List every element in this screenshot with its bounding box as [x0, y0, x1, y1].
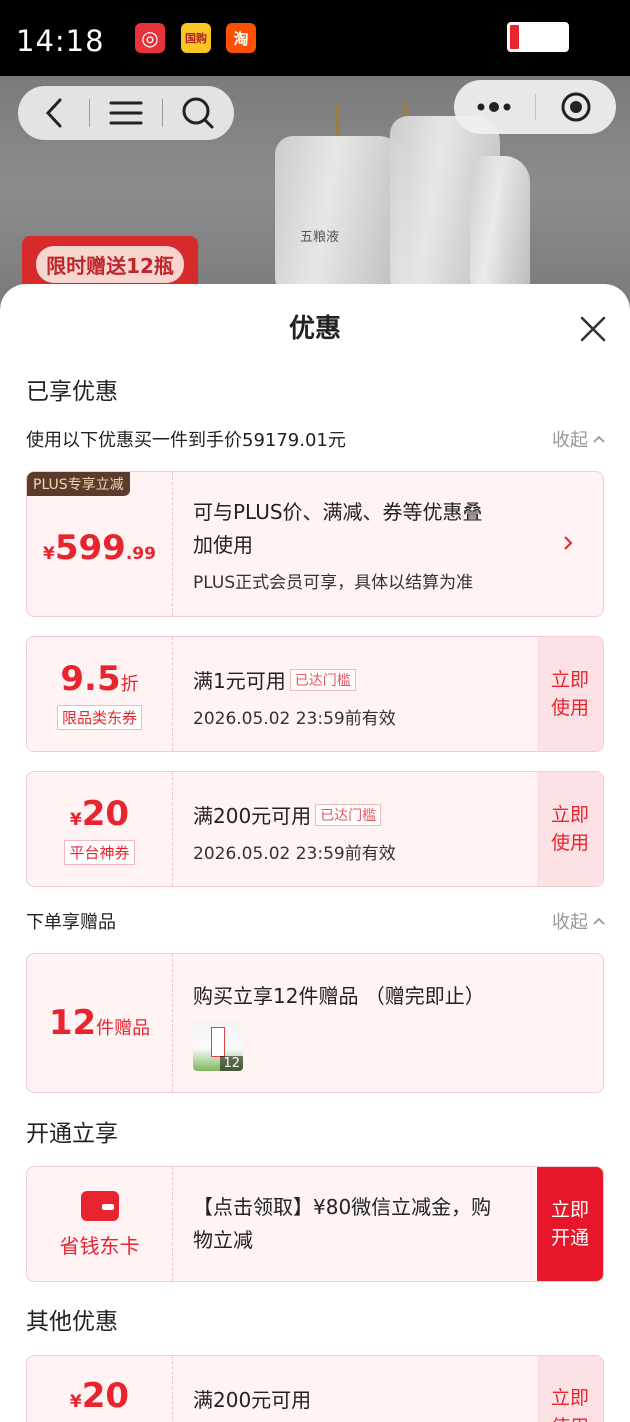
plus-note: PLUS正式会员可享，具体以结算为准: [193, 573, 474, 593]
coupon-condition: 满200元可用 已达门槛: [193, 800, 396, 829]
card-name: 省钱东卡: [59, 1233, 140, 1258]
target-icon: [561, 92, 591, 122]
menu-button[interactable]: [90, 86, 161, 140]
use-coupon-button[interactable]: 立即使用: [537, 1356, 603, 1422]
more-dots-icon: [477, 102, 511, 112]
threshold-reached-badge: 已达门槛: [315, 804, 382, 826]
close-button[interactable]: [578, 314, 608, 344]
plus-desc-line1: 可与PLUS价、满减、券等优惠叠: [193, 500, 483, 524]
open-section-title: 开通立享: [26, 1121, 118, 1147]
chevron-right-icon: [564, 536, 573, 550]
battery-icon: [507, 22, 569, 52]
gift-count: 12件赠品: [48, 1003, 151, 1043]
plus-amount: ¥599.99: [43, 528, 156, 568]
chevron-up-icon: [593, 435, 605, 443]
use-coupon-button[interactable]: 立即使用: [537, 637, 603, 751]
enjoyed-section-title: 已享优惠: [26, 379, 118, 405]
card-icon: [80, 1190, 119, 1221]
tmall-icon: 国购: [181, 23, 211, 53]
threshold-reached-badge: 已达门槛: [289, 669, 356, 691]
bottle-brand-mark: 五粮液: [300, 230, 340, 245]
coupon-validity: 2026.05.02 23:59前有效: [193, 709, 396, 729]
plus-discount-card[interactable]: PLUS专享立减 ¥599.99 可与PLUS价、满减、券等优惠叠 加使用 PL…: [26, 471, 604, 617]
coupon-condition: 满200元可用: [193, 1388, 312, 1412]
gift-thumbnail[interactable]: 12: [193, 1021, 243, 1071]
plus-badge: PLUS专享立减: [27, 472, 130, 496]
coupon-value: ¥20: [69, 793, 130, 834]
chevron-up-icon: [593, 917, 605, 925]
coupon-card-discount[interactable]: 9.5折 限品类东券 满1元可用 已达门槛 2026.05.02 23:59前有效…: [26, 636, 604, 752]
card-offer-line1: 【点击领取】¥80微信立减金，购: [193, 1195, 492, 1219]
collapse-label: 收起: [552, 430, 588, 451]
coupon-condition: 满1元可用 已达门槛: [193, 665, 396, 694]
gift-card[interactable]: 12件赠品 购买立享12件赠品 （赠完即止） 12: [26, 953, 604, 1093]
close-icon: [580, 316, 606, 342]
status-time: 14:18: [16, 24, 105, 58]
plus-desc-line2: 加使用: [193, 533, 253, 557]
card-offer-line2: 物立减: [193, 1228, 253, 1252]
search-button[interactable]: [163, 86, 234, 140]
coupon-value: ¥20: [69, 1376, 130, 1416]
status-bar: 14:18 ◎ 国购 淘: [0, 0, 630, 76]
promo-tag-text: 限时赠送12瓶: [36, 245, 184, 283]
more-button[interactable]: [454, 80, 535, 134]
taobao-icon: 淘: [226, 23, 256, 53]
menu-icon: [109, 101, 143, 125]
collapse-label: 收起: [552, 912, 588, 933]
coupon-value: 9.5折: [60, 658, 139, 699]
collapse-gift-button[interactable]: 收起: [552, 908, 606, 934]
coupon-validity: 2026.05.02 23:59前有效: [193, 844, 396, 864]
coupon-type-label: 限品类东券: [56, 704, 142, 730]
membership-card-offer[interactable]: 省钱东卡 【点击领取】¥80微信立减金，购 物立减 立即 开通: [26, 1166, 604, 1282]
coupon-card-platform[interactable]: ¥20 平台神券 满200元可用 已达门槛 2026.05.02 23:59前有效…: [26, 771, 604, 887]
gift-desc: 购买立享12件赠品 （赠完即止）: [193, 984, 485, 1008]
gift-thumb-count: 12: [220, 1056, 243, 1071]
price-summary: 使用以下优惠买一件到手价59179.01元: [26, 430, 346, 451]
nav-pill: [18, 86, 234, 140]
mini-program-capsule: [454, 80, 616, 134]
back-arrow-icon: [45, 98, 62, 128]
other-coupon-card[interactable]: ¥20 满200元可用 立即使用: [26, 1355, 604, 1422]
coupon-type-label: 平台神券: [64, 839, 135, 865]
collapse-enjoyed-button[interactable]: 收起: [552, 426, 606, 452]
product-banner: 五粮液 限时赠送12瓶: [0, 76, 630, 306]
gift-section-title: 下单享赠品: [26, 912, 116, 933]
other-section-title: 其他优惠: [26, 1309, 118, 1335]
open-now-button[interactable]: 立即 开通: [537, 1167, 603, 1281]
exit-button[interactable]: [536, 80, 617, 134]
use-coupon-button[interactable]: 立即使用: [537, 772, 603, 886]
netease-music-icon: ◎: [135, 23, 165, 53]
discount-sheet: 优惠 已享优惠 使用以下优惠买一件到手价59179.01元 收起 PLUS专享立…: [0, 284, 630, 1422]
back-button[interactable]: [18, 86, 89, 140]
search-icon: [182, 97, 214, 129]
sheet-title: 优惠: [288, 314, 341, 344]
